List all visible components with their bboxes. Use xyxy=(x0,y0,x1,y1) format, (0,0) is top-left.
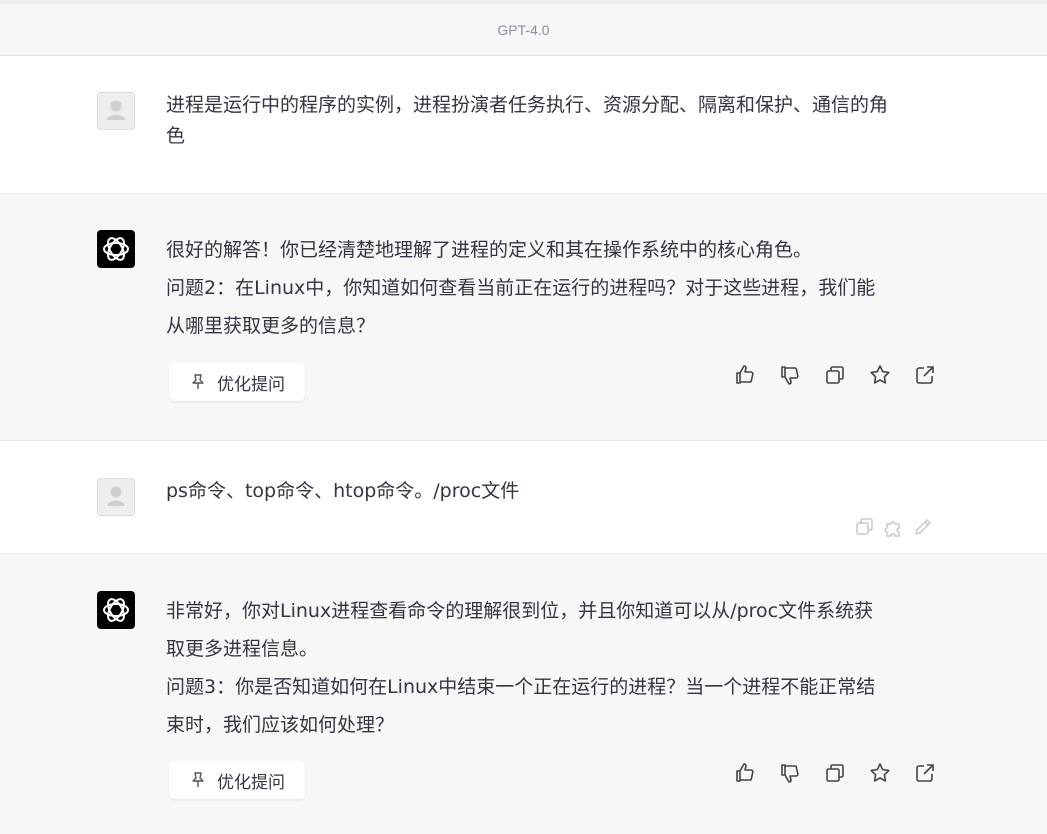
optimize-question-button[interactable]: 优化提问 xyxy=(169,363,305,401)
thumbs-down-icon[interactable] xyxy=(778,761,802,785)
thumbs-up-icon[interactable] xyxy=(733,761,757,785)
top-bar: GPT-4.0 xyxy=(0,0,1047,56)
copy-icon[interactable] xyxy=(854,516,876,538)
message-line: 问题3：你是否知道如何在Linux中结束一个正在运行的进程？当一个进程不能正常结 xyxy=(166,676,876,698)
puzzle-icon[interactable] xyxy=(883,516,905,538)
pin-icon xyxy=(192,772,204,787)
message-text: 进程是运行中的程序的实例，进程扮演者任务执行、资源分配、隔离和保护、通信的角 色 xyxy=(166,90,916,152)
copy-icon[interactable] xyxy=(823,761,847,785)
message-line: 问题2：在Linux中，你知道如何查看当前正在运行的进程吗？对于这些进程，我们能 xyxy=(166,277,876,299)
message-line: 束时，我们应该如何处理？ xyxy=(166,714,395,736)
optimize-button-label: 优化提问 xyxy=(217,772,285,793)
message-actions xyxy=(733,761,958,785)
assistant-message: 非常好，你对Linux进程查看命令的理解很到位，并且你知道可以从/proc文件系… xyxy=(0,554,1047,834)
message-line: 色 xyxy=(166,125,186,147)
message-line: 进程是运行中的程序的实例，进程扮演者任务执行、资源分配、隔离和保护、通信的角 xyxy=(166,94,889,116)
edit-pencil-icon[interactable] xyxy=(912,516,934,538)
message-text: 很好的解答！你已经清楚地理解了进程的定义和其在操作系统中的核心角色。 问题2：在… xyxy=(166,231,916,345)
assistant-message: 很好的解答！你已经清楚地理解了进程的定义和其在操作系统中的核心角色。 问题2：在… xyxy=(0,194,1047,441)
message-text: 非常好，你对Linux进程查看命令的理解很到位，并且你知道可以从/proc文件系… xyxy=(166,592,916,744)
user-avatar-icon xyxy=(97,478,135,516)
thumbs-down-icon[interactable] xyxy=(778,363,802,387)
user-message-actions xyxy=(854,516,941,538)
optimize-button-label: 优化提问 xyxy=(217,374,285,395)
star-icon[interactable] xyxy=(868,363,892,387)
thumbs-up-icon[interactable] xyxy=(733,363,757,387)
user-avatar-icon xyxy=(97,92,135,130)
message-line: 非常好，你对Linux进程查看命令的理解很到位，并且你知道可以从/proc文件系… xyxy=(166,600,874,622)
model-label: GPT-4.0 xyxy=(497,22,550,38)
star-icon[interactable] xyxy=(868,761,892,785)
optimize-question-button[interactable]: 优化提问 xyxy=(169,761,305,799)
message-text: ps命令、top命令、htop命令。/proc文件 xyxy=(166,476,916,506)
message-line: 从哪里获取更多的信息？ xyxy=(166,315,376,337)
message-actions xyxy=(733,363,958,387)
message-line: 很好的解答！你已经清楚地理解了进程的定义和其在操作系统中的核心角色。 xyxy=(166,239,813,261)
message-line: 取更多进程信息。 xyxy=(166,638,319,660)
message-line: ps命令、top命令、htop命令。/proc文件 xyxy=(166,480,520,502)
openai-logo-icon xyxy=(97,591,135,629)
user-message: 进程是运行中的程序的实例，进程扮演者任务执行、资源分配、隔离和保护、通信的角 色 xyxy=(0,56,1047,194)
share-icon[interactable] xyxy=(913,761,937,785)
copy-icon[interactable] xyxy=(823,363,847,387)
openai-logo-icon xyxy=(97,230,135,268)
share-icon[interactable] xyxy=(913,363,937,387)
pin-icon xyxy=(192,374,204,389)
user-message: ps命令、top命令、htop命令。/proc文件 xyxy=(0,441,1047,554)
